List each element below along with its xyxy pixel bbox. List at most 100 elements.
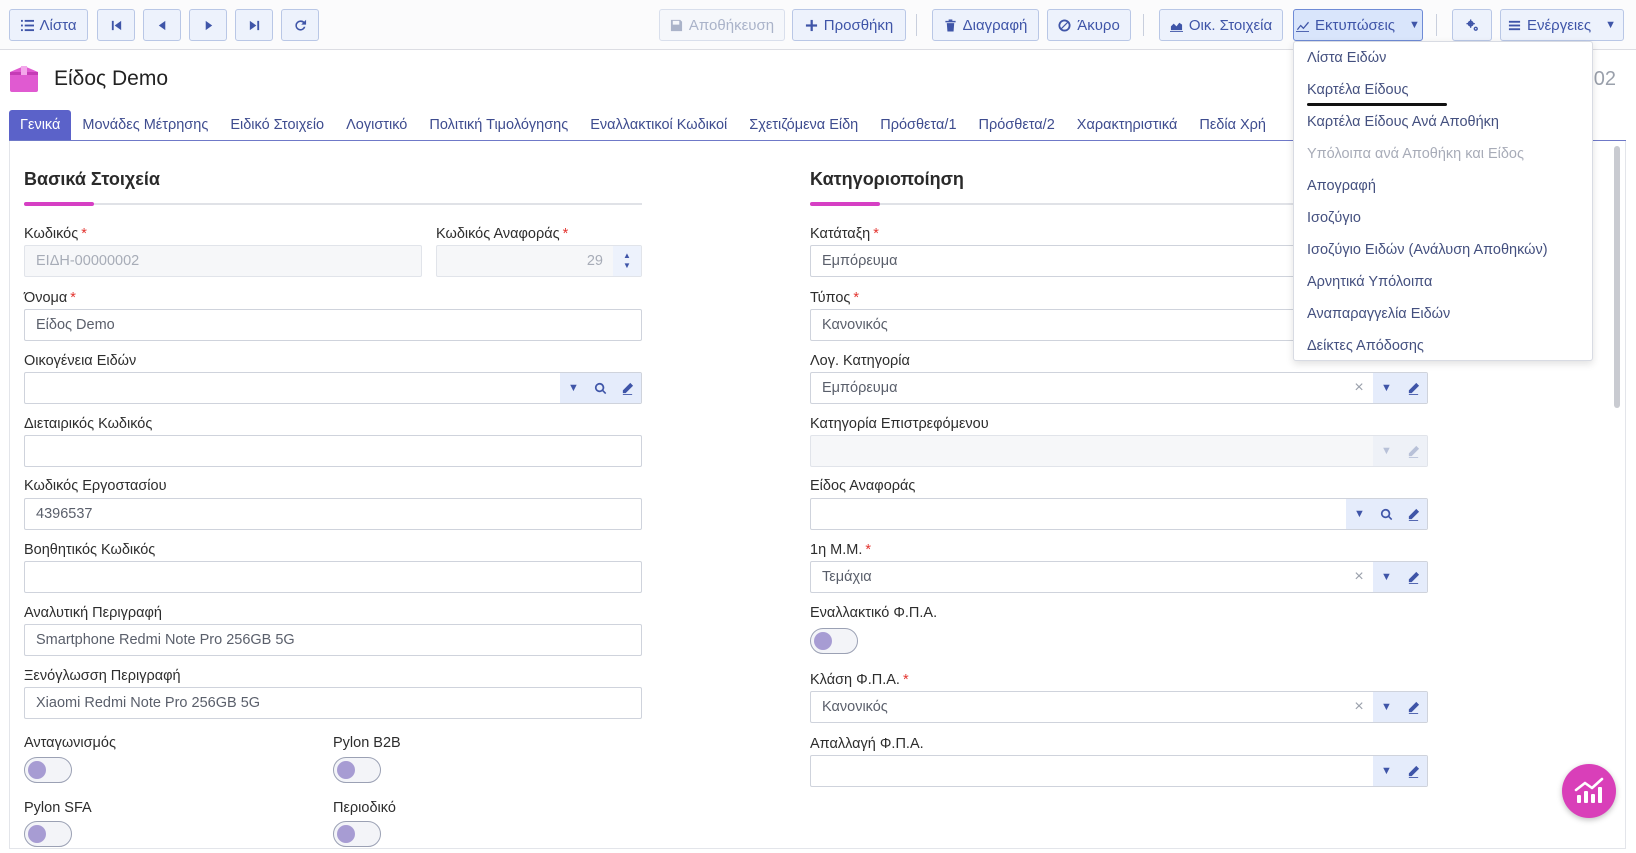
- tab-special-item[interactable]: Ειδικό Στοιχείο: [219, 110, 335, 140]
- vat-class-label: Κλάση Φ.Π.Α. *: [810, 672, 909, 688]
- code-field[interactable]: ΕΙΔΗ-00000002: [24, 245, 422, 277]
- pencil-icon[interactable]: [1400, 562, 1427, 592]
- reference-code-field[interactable]: 29 ▲ ▼: [436, 245, 642, 277]
- scrollbar[interactable]: [1614, 146, 1620, 408]
- add-button-label: Προσθήκη: [823, 16, 894, 34]
- pencil-icon[interactable]: [614, 373, 641, 403]
- save-icon: [670, 19, 682, 31]
- item-family-select[interactable]: ▼: [24, 372, 642, 404]
- financial-data-button-label: Οικ. Στοιχεία: [1188, 16, 1273, 34]
- page-title: Είδος Demo: [54, 67, 169, 90]
- prints-dropdown-button[interactable]: Εκτυπώσεις ▼: [1293, 9, 1423, 41]
- periodic-toggle[interactable]: [333, 821, 381, 847]
- ban-icon: [1058, 18, 1071, 32]
- classification-label: Κατάταξη *: [810, 226, 879, 242]
- previous-record-button[interactable]: [143, 9, 181, 41]
- name-field[interactable]: Είδος Demo: [24, 309, 642, 341]
- settings-button[interactable]: [1452, 9, 1492, 41]
- pencil-icon[interactable]: [1400, 756, 1427, 786]
- accounting-category-label: Λογ. Κατηγορία: [810, 353, 910, 369]
- return-category-select[interactable]: ▼: [810, 435, 1428, 467]
- search-icon[interactable]: [1373, 499, 1400, 529]
- add-button[interactable]: Προσθήκη: [792, 9, 906, 41]
- type-label: Τύπος *: [810, 290, 860, 306]
- caret-down-icon[interactable]: ▼: [1346, 499, 1373, 529]
- caret-down-icon[interactable]: ▼: [1373, 436, 1400, 466]
- first-record-button[interactable]: [97, 9, 135, 41]
- caret-left-icon: [158, 20, 165, 30]
- pylon-b2b-toggle[interactable]: [333, 757, 381, 783]
- clear-icon[interactable]: ×: [1351, 562, 1367, 592]
- menu-item-negative-balances[interactable]: Αρνητικά Υπόλοιπα: [1307, 274, 1432, 290]
- clear-icon[interactable]: ×: [1351, 373, 1367, 403]
- menu-item-reorder-items[interactable]: Αναπαραγγελία Ειδών: [1307, 306, 1450, 322]
- tab-pricing-policy[interactable]: Πολιτική Τιμολόγησης: [418, 110, 579, 140]
- pylon-sfa-toggle[interactable]: [24, 821, 72, 847]
- search-icon[interactable]: [587, 373, 614, 403]
- skip-first-icon: [111, 20, 121, 30]
- caret-down-icon[interactable]: ▼: [560, 373, 587, 403]
- caret-down-icon[interactable]: ▼: [1373, 562, 1400, 592]
- first-unit-select[interactable]: Τεμάχια × ▼: [810, 561, 1428, 593]
- pencil-icon[interactable]: [1400, 436, 1427, 466]
- vat-exemption-select[interactable]: ▼: [810, 755, 1428, 787]
- detailed-description-field[interactable]: Smartphone Redmi Note Pro 256GB 5G: [24, 624, 642, 656]
- reference-item-select[interactable]: ▼: [810, 498, 1428, 530]
- analytics-chart-icon: [1574, 777, 1604, 803]
- caret-down-icon[interactable]: ▼: [1373, 692, 1400, 722]
- box-icon: [10, 66, 38, 92]
- tab-units[interactable]: Μονάδες Μέτρησης: [71, 110, 219, 140]
- menu-item-inventory[interactable]: Απογραφή: [1307, 178, 1376, 194]
- tab-extra-2[interactable]: Πρόσθετα/2: [968, 110, 1066, 140]
- next-record-button[interactable]: [189, 9, 227, 41]
- pencil-icon[interactable]: [1400, 373, 1427, 403]
- pencil-icon[interactable]: [1400, 499, 1427, 529]
- spin-down-icon[interactable]: ▼: [623, 261, 631, 271]
- financial-data-button[interactable]: Οικ. Στοιχεία: [1159, 9, 1283, 41]
- auxiliary-code-field[interactable]: [24, 561, 642, 593]
- tab-general[interactable]: Γενικά: [9, 110, 72, 140]
- foreign-description-field[interactable]: Xiaomi Redmi Note Pro 256GB 5G: [24, 687, 642, 719]
- analytics-fab-button[interactable]: [1562, 764, 1616, 818]
- foreign-description-label: Ξενόγλωσση Περιγραφή: [24, 668, 181, 684]
- cancel-button[interactable]: Άκυρο: [1047, 9, 1131, 41]
- last-record-button[interactable]: [235, 9, 273, 41]
- pylon-b2b-label: Pylon B2B: [333, 735, 401, 751]
- vat-class-select[interactable]: Κανονικός × ▼: [810, 691, 1428, 723]
- competition-toggle[interactable]: [24, 757, 72, 783]
- menu-item-balance-sheet[interactable]: Ισοζύγιο: [1307, 210, 1361, 226]
- menu-item-performance-indicators[interactable]: Δείκτες Απόδοσης: [1307, 338, 1424, 354]
- list-icon: [20, 19, 34, 31]
- factory-code-field[interactable]: 4396537: [24, 498, 642, 530]
- competition-label: Ανταγωνισμός: [24, 735, 116, 751]
- number-spinner[interactable]: ▲ ▼: [613, 246, 641, 276]
- menu-item-item-card-per-warehouse[interactable]: Καρτέλα Είδους Ανά Αποθήκη: [1307, 114, 1499, 130]
- save-button[interactable]: Αποθήκευση: [659, 9, 785, 41]
- spin-up-icon[interactable]: ▲: [623, 251, 631, 261]
- alternative-vat-toggle[interactable]: [810, 628, 858, 654]
- reference-code-value: 29: [586, 253, 603, 269]
- tab-accounting[interactable]: Λογιστικό: [335, 110, 418, 140]
- list-button[interactable]: Λίστα: [9, 9, 88, 41]
- tab-extra-1[interactable]: Πρόσθετα/1: [869, 110, 967, 140]
- vat-exemption-label: Απαλλαγή Φ.Π.Α.: [810, 736, 924, 752]
- menu-item-item-balance-by-warehouse[interactable]: Ισοζύγιο Ειδών (Ανάλυση Αποθηκών): [1307, 242, 1548, 258]
- tab-user-fields[interactable]: Πεδία Χρή: [1188, 110, 1277, 140]
- intercompany-code-label: Διεταιρικός Κωδικός: [24, 416, 153, 432]
- toolbar-separator: [1436, 14, 1437, 36]
- clear-icon[interactable]: ×: [1351, 692, 1367, 722]
- refresh-button[interactable]: [281, 9, 319, 41]
- menu-item-item-list[interactable]: Λίστα Ειδών: [1307, 50, 1386, 66]
- actions-dropdown-button[interactable]: Ενέργειες ▼: [1500, 9, 1624, 41]
- pencil-icon[interactable]: [1400, 692, 1427, 722]
- tab-related-items[interactable]: Σχετιζόμενα Είδη: [738, 110, 869, 140]
- reference-code-label: Κωδικός Αναφοράς *: [436, 226, 569, 242]
- intercompany-code-field[interactable]: [24, 435, 642, 467]
- tab-alternative-codes[interactable]: Εναλλακτικοί Κωδικοί: [579, 110, 738, 140]
- caret-down-icon[interactable]: ▼: [1373, 756, 1400, 786]
- menu-item-item-card[interactable]: Καρτέλα Είδους: [1307, 82, 1409, 98]
- accounting-category-select[interactable]: Εμπόρευμα × ▼: [810, 372, 1428, 404]
- caret-down-icon[interactable]: ▼: [1373, 373, 1400, 403]
- delete-button[interactable]: Διαγραφή: [932, 9, 1039, 41]
- tab-characteristics[interactable]: Χαρακτηριστικά: [1066, 110, 1189, 140]
